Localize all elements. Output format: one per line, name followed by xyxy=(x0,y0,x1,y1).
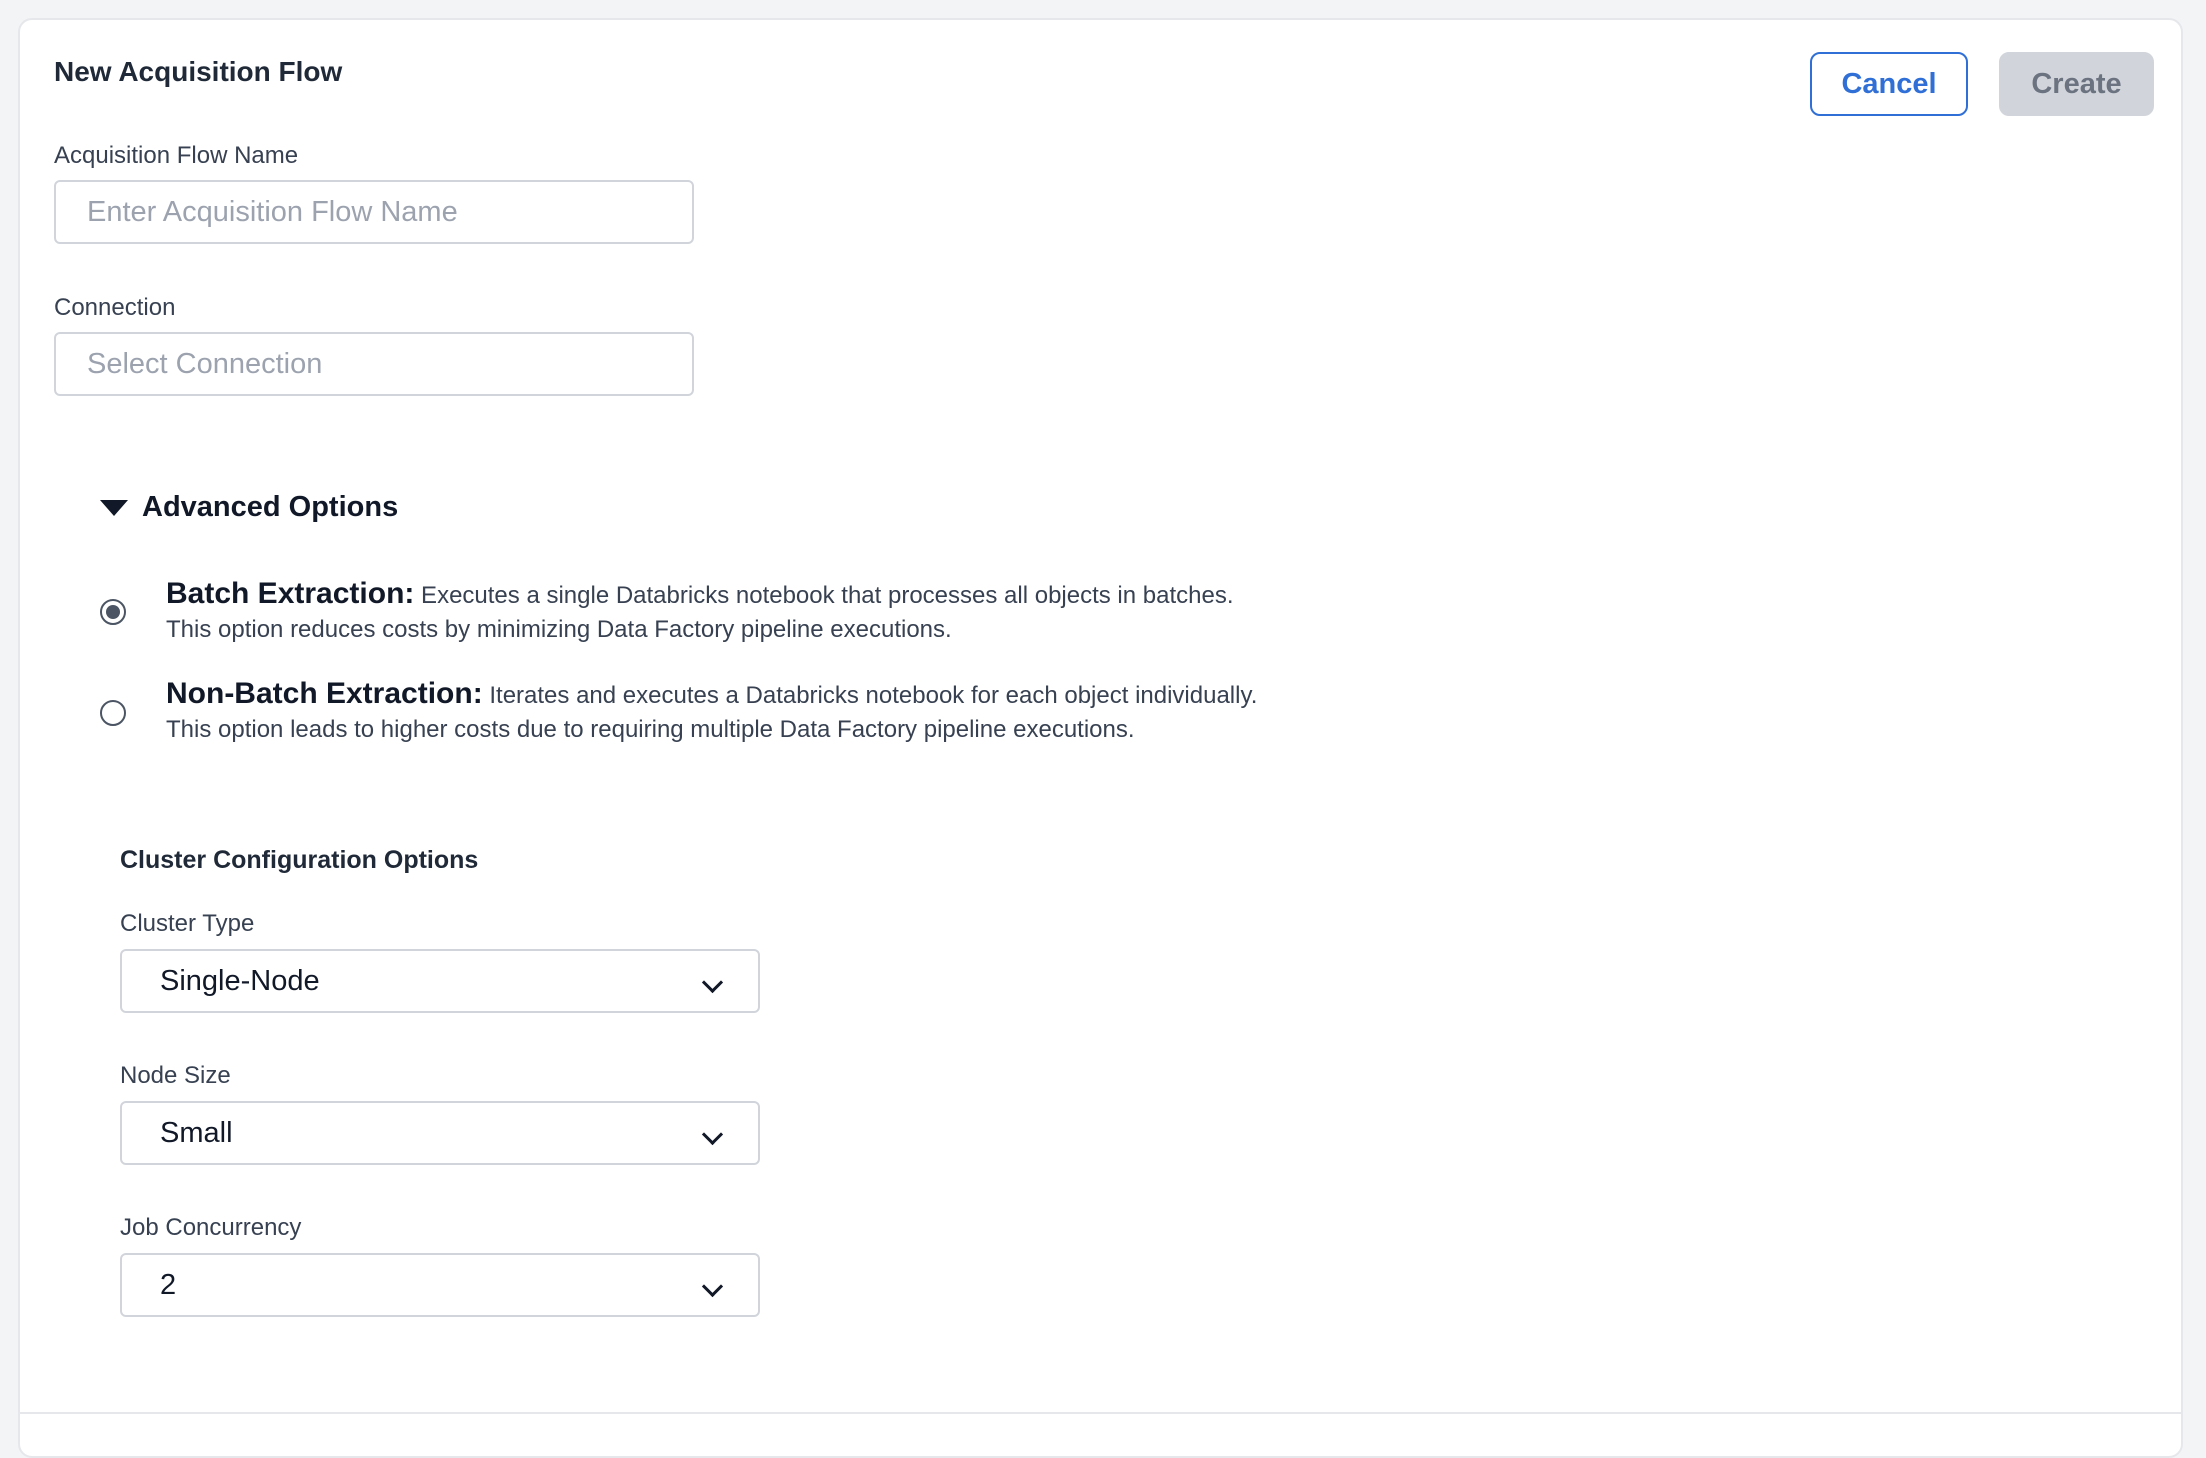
batch-extraction-desc-2: This option reduces costs by minimizing … xyxy=(166,616,952,643)
cancel-button[interactable]: Cancel xyxy=(1810,52,1968,116)
node-size-select[interactable]: Small xyxy=(120,1101,760,1165)
cluster-type-value: Single-Node xyxy=(160,964,320,997)
batch-extraction-option: Batch Extraction: Executes a single Data… xyxy=(166,577,1366,647)
non-batch-extraction-desc-2: This option leads to higher costs due to… xyxy=(166,716,1135,743)
flow-name-input[interactable]: Enter Acquisition Flow Name xyxy=(54,180,694,244)
page-title: New Acquisition Flow xyxy=(54,56,343,87)
job-concurrency-select[interactable]: 2 xyxy=(120,1253,760,1317)
advanced-options-toggle[interactable]: Advanced Options xyxy=(100,491,398,524)
cluster-type-select[interactable]: Single-Node xyxy=(120,949,760,1013)
caret-down-icon xyxy=(100,499,128,516)
flow-name-placeholder: Enter Acquisition Flow Name xyxy=(87,195,458,228)
footer-divider xyxy=(20,1412,2181,1414)
connection-select[interactable]: Select Connection xyxy=(54,332,694,396)
batch-extraction-desc-1: Executes a single Databricks notebook th… xyxy=(414,582,1234,609)
batch-extraction-radio[interactable] xyxy=(100,599,126,625)
flow-name-label: Acquisition Flow Name xyxy=(54,142,299,169)
non-batch-extraction-desc-1: Iterates and executes a Databricks noteb… xyxy=(482,682,1258,709)
cluster-section-title: Cluster Configuration Options xyxy=(120,846,479,874)
node-size-label: Node Size xyxy=(120,1062,231,1089)
node-size-value: Small xyxy=(160,1116,233,1149)
chevron-down-icon xyxy=(701,1275,724,1298)
advanced-options-label: Advanced Options xyxy=(142,491,399,523)
cluster-type-label: Cluster Type xyxy=(120,910,255,937)
non-batch-extraction-title: Non-Batch Extraction: xyxy=(166,677,483,710)
non-batch-extraction-option: Non-Batch Extraction: Iterates and execu… xyxy=(166,677,1366,747)
new-acquisition-flow-panel: New Acquisition Flow Cancel Create Acqui… xyxy=(18,18,2183,1458)
batch-extraction-title: Batch Extraction: xyxy=(166,577,415,610)
connection-label: Connection xyxy=(54,294,176,321)
chevron-down-icon xyxy=(701,1123,724,1146)
job-concurrency-label: Job Concurrency xyxy=(120,1214,302,1241)
job-concurrency-value: 2 xyxy=(160,1268,177,1301)
connection-placeholder: Select Connection xyxy=(87,347,323,380)
non-batch-extraction-radio[interactable] xyxy=(100,700,126,726)
create-button[interactable]: Create xyxy=(1999,52,2154,116)
chevron-down-icon xyxy=(701,971,724,994)
